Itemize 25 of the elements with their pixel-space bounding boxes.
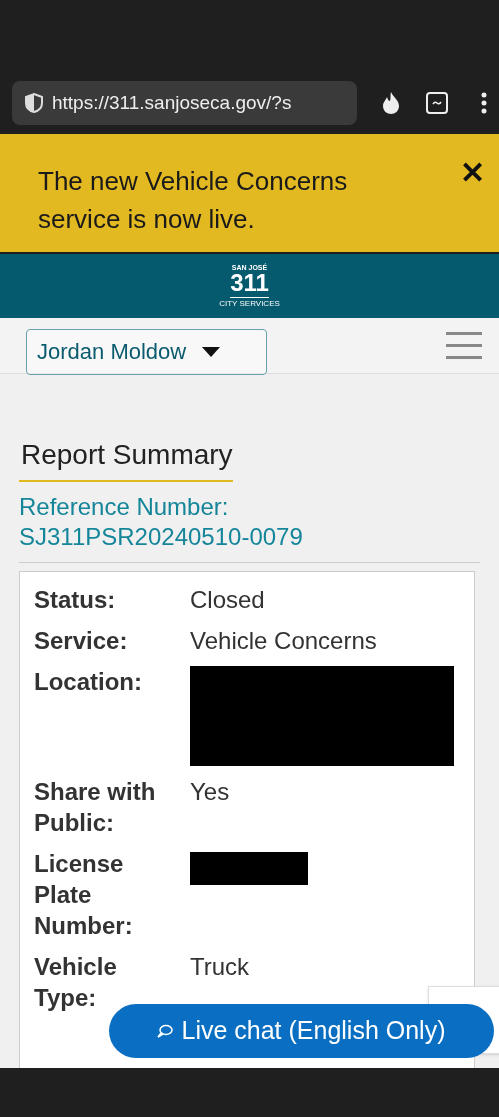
menu-icon[interactable] — [446, 331, 482, 360]
flame-icon[interactable] — [381, 91, 401, 115]
shield-icon — [24, 92, 44, 114]
caret-icon — [202, 346, 221, 357]
field-label: License Plate Number: — [34, 849, 134, 941]
close-button[interactable]: ✕ — [456, 158, 489, 188]
field-label: Service: — [34, 626, 129, 656]
tab-switcher-icon[interactable] — [425, 91, 449, 115]
reference-number: SJ311PSR20240510-0079 — [19, 522, 304, 552]
live-chat-button[interactable]: Live chat (English Only) — [109, 1004, 494, 1058]
field-value: Truck — [190, 952, 250, 982]
field-label: Location: — [34, 667, 143, 697]
banner-message: The new Vehicle Concerns service is now live. — [38, 165, 349, 236]
url-text: https://311.sanjoseca.gov/?s — [52, 90, 292, 115]
user-dropdown[interactable]: Jordan Moldow — [26, 328, 267, 375]
field-value: Vehicle Concerns — [190, 626, 377, 656]
more-menu-icon[interactable] — [481, 92, 487, 114]
field-label: Status: — [34, 585, 117, 615]
field-value: Closed — [190, 585, 265, 615]
report-summary-heading: Report Summary — [19, 434, 233, 482]
field-label: Share with Public: — [34, 777, 157, 838]
reference-label: Reference Number: — [19, 492, 230, 522]
address-bar[interactable]: https://311.sanjoseca.gov/?s — [12, 81, 357, 125]
chat-bubble-icon — [157, 1024, 174, 1038]
field-value: Yes — [190, 777, 230, 807]
